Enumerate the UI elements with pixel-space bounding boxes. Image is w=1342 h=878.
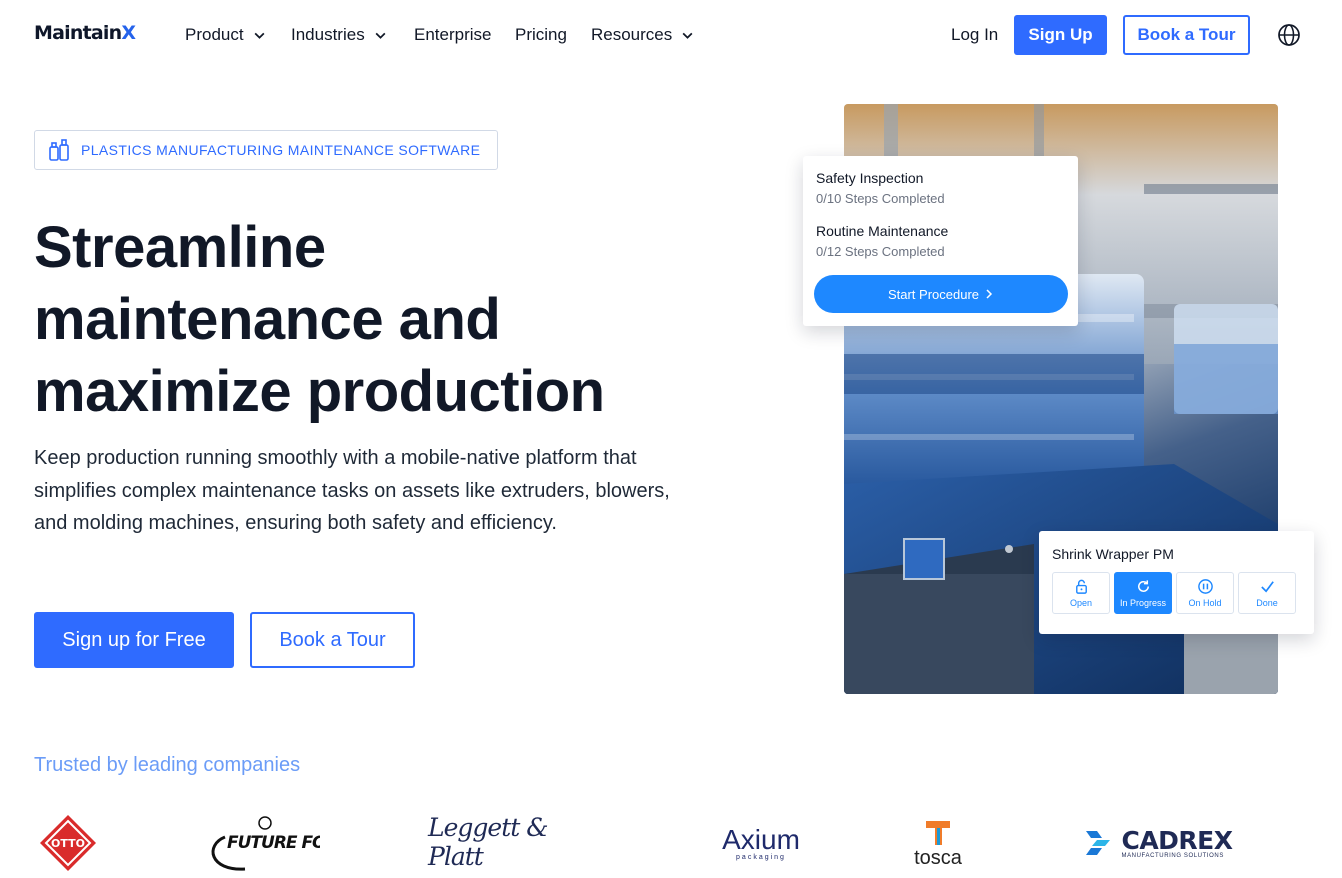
category-badge: PLASTICS MANUFACTURING MAINTENANCE SOFTW… <box>34 130 498 170</box>
nav-item-pricing[interactable]: Pricing <box>515 25 567 45</box>
otto-logo: OTTO <box>38 813 98 873</box>
hero-book-tour-button[interactable]: Book a Tour <box>250 612 415 668</box>
trusted-heading: Trusted by leading companies <box>34 754 301 776</box>
customer-logos: OTTO FUTURE FOAM Leggett & Platt Axium p… <box>0 805 1342 878</box>
hero-headline: Streamline maintenance and maximize prod… <box>34 215 605 424</box>
refresh-icon <box>1137 580 1149 592</box>
book-tour-button[interactable]: Book a Tour <box>1123 15 1250 55</box>
start-procedure-button[interactable]: Start Procedure <box>814 275 1068 313</box>
procedure-title[interactable]: Routine Maintenance <box>816 223 948 239</box>
status-on-hold-button[interactable]: On Hold <box>1176 572 1234 614</box>
status-in-progress-button[interactable]: In Progress <box>1114 572 1172 614</box>
cadrex-mark-icon <box>1086 831 1111 855</box>
pause-icon <box>1197 579 1213 594</box>
axium-logo: Axium packaging <box>722 823 800 861</box>
signup-button[interactable]: Sign Up <box>1014 15 1107 55</box>
chevron-right-icon <box>986 289 993 299</box>
maintainx-logo[interactable]: MaintainX <box>34 22 136 44</box>
procedure-progress: 0/12 Steps Completed <box>816 244 945 259</box>
status-open-button[interactable]: Open <box>1052 572 1110 614</box>
procedure-card: Safety Inspection 0/10 Steps Completed R… <box>803 156 1078 326</box>
check-icon <box>1260 581 1274 593</box>
svg-text:OTTO: OTTO <box>51 837 85 850</box>
tosca-logo: tosca <box>904 815 972 871</box>
leggett-platt-logo: Leggett & Platt <box>428 813 549 871</box>
procedure-progress: 0/10 Steps Completed <box>816 191 945 206</box>
top-navigation: MaintainX Product Industries Enterprise … <box>0 0 1342 70</box>
svg-text:FUTURE FOAM: FUTURE FOAM <box>227 833 320 853</box>
procedure-title[interactable]: Safety Inspection <box>816 170 923 186</box>
bottles-icon <box>49 139 69 161</box>
badge-text: PLASTICS MANUFACTURING MAINTENANCE SOFTW… <box>81 142 481 158</box>
work-order-title: Shrink Wrapper PM <box>1052 546 1174 562</box>
signup-free-button[interactable]: Sign up for Free <box>34 612 234 668</box>
login-link[interactable]: Log In <box>951 25 998 45</box>
chevron-down-icon <box>254 32 265 39</box>
globe-icon[interactable] <box>1277 23 1301 47</box>
nav-item-resources[interactable]: Resources <box>591 25 694 45</box>
hero-lead-text: Keep production running smoothly with a … <box>34 447 670 534</box>
cadrex-logo: CADREX MANUFACTURING SOLUTIONS <box>1078 821 1238 865</box>
work-order-status-card: Shrink Wrapper PM Open In Progress On Ho… <box>1039 531 1314 634</box>
chevron-down-icon <box>682 32 693 39</box>
nav-item-product[interactable]: Product <box>185 25 266 45</box>
tosca-t-icon <box>926 821 950 845</box>
unlock-icon <box>1075 579 1087 594</box>
status-done-button[interactable]: Done <box>1238 572 1296 614</box>
otto-logo-mark: OTTO <box>40 815 96 871</box>
future-foam-logo: FUTURE FOAM <box>205 813 320 873</box>
future-foam-logo-mark: FUTURE FOAM <box>211 816 320 871</box>
nav-item-industries[interactable]: Industries <box>291 25 387 45</box>
chevron-down-icon <box>375 32 386 39</box>
nav-item-enterprise[interactable]: Enterprise <box>414 25 491 45</box>
